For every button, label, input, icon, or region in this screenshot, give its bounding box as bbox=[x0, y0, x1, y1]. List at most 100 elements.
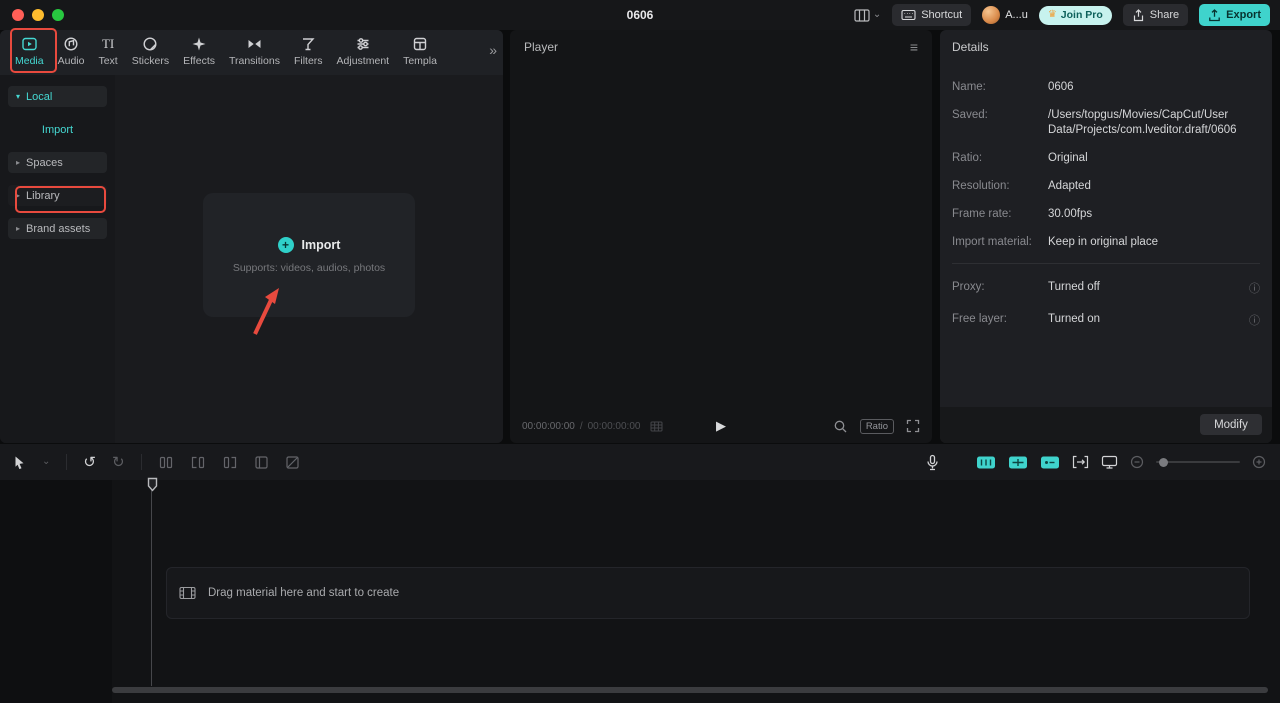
auto-snap-toggle[interactable] bbox=[1008, 455, 1028, 470]
minimize-window-button[interactable] bbox=[32, 9, 44, 21]
detail-value: Adapted bbox=[1048, 180, 1091, 192]
tab-templates[interactable]: Templa bbox=[396, 30, 444, 67]
timeline: Drag material here and start to create bbox=[0, 477, 1280, 703]
detail-row-frame-rate: Frame rate: 30.00fps bbox=[952, 207, 1260, 222]
play-button[interactable]: ▶ bbox=[716, 418, 726, 434]
detail-value: Turned off bbox=[1048, 281, 1100, 293]
details-rows: Name: 0606 Saved: /Users/topgus/Movies/C… bbox=[952, 80, 1260, 344]
export-icon bbox=[1208, 8, 1221, 22]
horizontal-scrollbar[interactable] bbox=[112, 687, 1268, 693]
tab-audio[interactable]: Audio bbox=[51, 30, 92, 67]
share-label: Share bbox=[1149, 9, 1180, 21]
split-button[interactable] bbox=[158, 455, 174, 470]
workspace-layout-button[interactable]: ⌄ bbox=[854, 8, 882, 22]
detail-label: Name: bbox=[952, 81, 986, 93]
select-tool-button[interactable] bbox=[12, 455, 26, 470]
close-window-button[interactable] bbox=[12, 9, 24, 21]
player-controls: 00:00:00:00 / 00:00:00:00 ▶ Ratio bbox=[510, 409, 932, 443]
detail-row-name: Name: 0606 bbox=[952, 80, 1260, 95]
tab-effects[interactable]: Effects bbox=[176, 30, 222, 67]
modify-button[interactable]: Modify bbox=[1200, 414, 1262, 435]
sidebar-item-local[interactable]: ▾ Local bbox=[8, 86, 107, 107]
detail-value: 30.00fps bbox=[1048, 208, 1093, 220]
mirror-button[interactable] bbox=[285, 455, 300, 470]
zoom-in-icon[interactable] bbox=[1252, 455, 1266, 469]
import-dropzone[interactable]: + Import Supports: videos, audios, photo… bbox=[203, 193, 415, 317]
player-menu-icon[interactable]: ≡ bbox=[910, 40, 918, 54]
preview-zoom-icon[interactable] bbox=[833, 419, 848, 434]
more-tabs-icon[interactable]: » bbox=[489, 42, 497, 58]
export-button[interactable]: Export bbox=[1199, 4, 1270, 26]
layout-icon bbox=[854, 8, 870, 22]
media-icon bbox=[21, 36, 38, 52]
detail-label: Frame rate: bbox=[952, 208, 1012, 220]
tab-stickers[interactable]: Stickers bbox=[125, 30, 176, 67]
delete-right-button[interactable] bbox=[222, 455, 238, 470]
sidebar-item-library[interactable]: ▸ Library bbox=[8, 185, 107, 206]
detail-label: Saved: bbox=[952, 109, 988, 121]
preview-axis-button[interactable] bbox=[1101, 455, 1118, 469]
account-button[interactable]: A...u bbox=[982, 6, 1028, 24]
redo-button[interactable]: ↻ bbox=[112, 455, 125, 470]
triangle-down-icon: ▾ bbox=[16, 91, 21, 101]
tab-transitions[interactable]: Transitions bbox=[222, 30, 287, 67]
sidebar-item-brand-assets[interactable]: ▸ Brand assets bbox=[8, 218, 107, 239]
detail-label: Resolution: bbox=[952, 180, 1010, 192]
adapt-timeline-button[interactable] bbox=[1072, 455, 1089, 469]
empty-track-dropzone[interactable]: Drag material here and start to create bbox=[166, 567, 1250, 619]
divider bbox=[66, 454, 68, 470]
linked-preview-toggle[interactable] bbox=[1040, 455, 1060, 470]
zoom-slider-knob[interactable] bbox=[1159, 457, 1168, 467]
detail-row-import-material: Import material: Keep in original place bbox=[952, 235, 1260, 250]
detail-value: Original bbox=[1048, 152, 1088, 164]
info-icon[interactable]: ⓘ bbox=[1249, 312, 1260, 328]
detail-row-proxy: Proxy: Turned off ⓘ bbox=[952, 280, 1260, 296]
select-tool-dropdown-icon[interactable]: ⌄ bbox=[42, 457, 50, 467]
sidebar-item-spaces[interactable]: ▸ Spaces bbox=[8, 152, 107, 173]
detail-value: 0606 bbox=[1048, 81, 1074, 93]
sidebar-label: Spaces bbox=[26, 156, 63, 169]
tab-adjustment[interactable]: Adjustment bbox=[330, 30, 397, 67]
undo-button[interactable]: ↺ bbox=[83, 455, 96, 470]
detail-row-ratio: Ratio: Original bbox=[952, 151, 1260, 166]
timecode: 00:00:00:00 / 00:00:00:00 bbox=[522, 421, 663, 432]
chevron-down-icon: ⌄ bbox=[872, 9, 882, 20]
main-track-magnet-toggle[interactable] bbox=[976, 455, 996, 470]
tab-media[interactable]: Media bbox=[8, 30, 51, 67]
detail-row-saved: Saved: /Users/topgus/Movies/CapCut/User … bbox=[952, 108, 1260, 138]
zoom-out-icon[interactable] bbox=[1130, 455, 1144, 469]
zoom-window-button[interactable] bbox=[52, 9, 64, 21]
titlebar-actions: ⌄ Shortcut A...u ♛ Join Pro Share Export bbox=[854, 0, 1270, 30]
import-hint: Supports: videos, audios, photos bbox=[232, 261, 386, 274]
tab-label: Media bbox=[15, 55, 44, 67]
freeze-frame-button[interactable] bbox=[254, 455, 269, 470]
playhead-handle[interactable] bbox=[147, 477, 158, 492]
time-separator: / bbox=[579, 420, 583, 432]
tab-text[interactable]: TI Text bbox=[91, 30, 124, 67]
details-title: Details bbox=[952, 40, 989, 54]
tab-label: Audio bbox=[57, 55, 85, 67]
shortcut-button[interactable]: Shortcut bbox=[892, 4, 972, 26]
plus-icon: + bbox=[277, 236, 294, 253]
record-voiceover-button[interactable] bbox=[925, 454, 940, 471]
join-pro-button[interactable]: ♛ Join Pro bbox=[1038, 5, 1112, 25]
sidebar-item-import[interactable]: Import bbox=[8, 119, 107, 140]
info-icon[interactable]: ⓘ bbox=[1249, 280, 1260, 296]
export-label: Export bbox=[1226, 9, 1261, 21]
divider bbox=[140, 454, 142, 470]
detail-label: Ratio: bbox=[952, 152, 983, 164]
filters-icon bbox=[300, 36, 316, 52]
share-button[interactable]: Share bbox=[1122, 4, 1189, 26]
detail-value: Keep in original place bbox=[1048, 236, 1158, 248]
media-panel: Media Audio TI Text Stickers Effects Tra… bbox=[0, 30, 503, 443]
tab-label: Stickers bbox=[131, 55, 170, 67]
ratio-button[interactable]: Ratio bbox=[859, 418, 894, 434]
delete-left-button[interactable] bbox=[190, 455, 206, 470]
fullscreen-icon[interactable] bbox=[906, 419, 920, 433]
audio-icon bbox=[63, 36, 79, 52]
capcut-window: 0606 ⌄ Shortcut A...u ♛ Join Pro Share E… bbox=[0, 0, 1280, 703]
timeline-zoom-slider[interactable] bbox=[1156, 457, 1240, 467]
tab-filters[interactable]: Filters bbox=[287, 30, 330, 67]
timeline-empty-hint: Drag material here and start to create bbox=[208, 587, 400, 599]
join-pro-label: Join Pro bbox=[1060, 9, 1103, 21]
